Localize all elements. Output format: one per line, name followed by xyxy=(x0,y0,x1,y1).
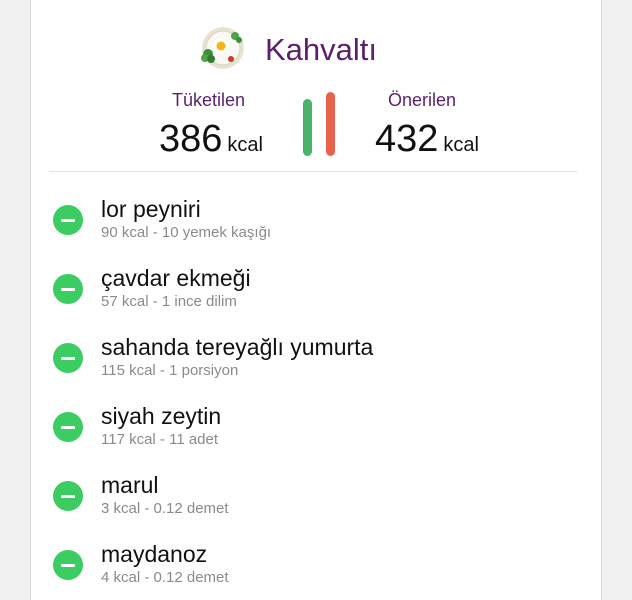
food-item-name: lor peyniri xyxy=(101,196,201,222)
recommended-label: Önerilen xyxy=(388,90,457,110)
food-item-name: marul xyxy=(101,472,159,498)
recommended-unit: kcal xyxy=(443,134,479,156)
food-item: maydanoz 4 kcal - 0.12 demet xyxy=(31,533,601,600)
remove-item-button[interactable] xyxy=(53,481,83,511)
food-item-name: sahanda tereyağlı yumurta xyxy=(101,334,374,360)
food-item: çavdar ekmeği 57 kcal - 1 ince dilim xyxy=(31,257,601,326)
food-item-detail: 117 kcal - 11 adet xyxy=(101,431,219,448)
food-item: sahanda tereyağlı yumurta 115 kcal - 1 p… xyxy=(31,326,601,395)
recommended-number: 432 xyxy=(375,118,439,160)
food-item-name: siyah zeytin xyxy=(101,403,222,429)
food-item: marul 3 kcal - 0.12 demet xyxy=(31,464,601,533)
remove-item-button[interactable] xyxy=(53,412,83,442)
food-item: lor peyniri 90 kcal - 10 yemek kaşığı xyxy=(31,188,601,257)
consumed-unit: kcal xyxy=(227,134,263,156)
recommended-bar xyxy=(326,92,335,156)
food-item-detail: 57 kcal - 1 ince dilim xyxy=(101,293,237,310)
header-divider xyxy=(49,171,577,172)
food-item: siyah zeytin 117 kcal - 11 adet xyxy=(31,395,601,464)
consumed-bar xyxy=(303,99,312,156)
calorie-comparison-bars xyxy=(303,92,343,156)
food-item-name: maydanoz xyxy=(101,541,208,567)
remove-item-button[interactable] xyxy=(53,274,83,304)
consumed-label: Tüketilen xyxy=(172,90,246,110)
remove-item-button[interactable] xyxy=(53,205,83,235)
recommended-value: 432 kcal xyxy=(375,116,479,170)
meal-card: Kahvaltı Tüketilen 386 kcal Önerilen 432 k… xyxy=(30,0,602,600)
meal-header: Kahvaltı Tüketilen 386 kcal Önerilen 432 k… xyxy=(31,0,601,172)
remove-item-button[interactable] xyxy=(53,343,83,373)
remove-item-button[interactable] xyxy=(53,550,83,580)
food-item-list: lor peyniri 90 kcal - 10 yemek kaşığı ça… xyxy=(31,188,601,600)
food-item-detail: 3 kcal - 0.12 demet xyxy=(101,500,229,517)
food-item-detail: 4 kcal - 0.12 demet xyxy=(101,569,229,586)
food-item-detail: 90 kcal - 10 yemek kaşığı xyxy=(101,224,272,241)
consumed-number: 386 xyxy=(159,118,223,160)
consumed-value: 386 kcal xyxy=(159,116,263,170)
food-item-name: çavdar ekmeği xyxy=(101,265,251,291)
food-item-detail: 115 kcal - 1 porsiyon xyxy=(101,362,239,379)
breakfast-plate-icon xyxy=(201,27,244,69)
meal-title: Kahvaltı xyxy=(265,32,378,67)
